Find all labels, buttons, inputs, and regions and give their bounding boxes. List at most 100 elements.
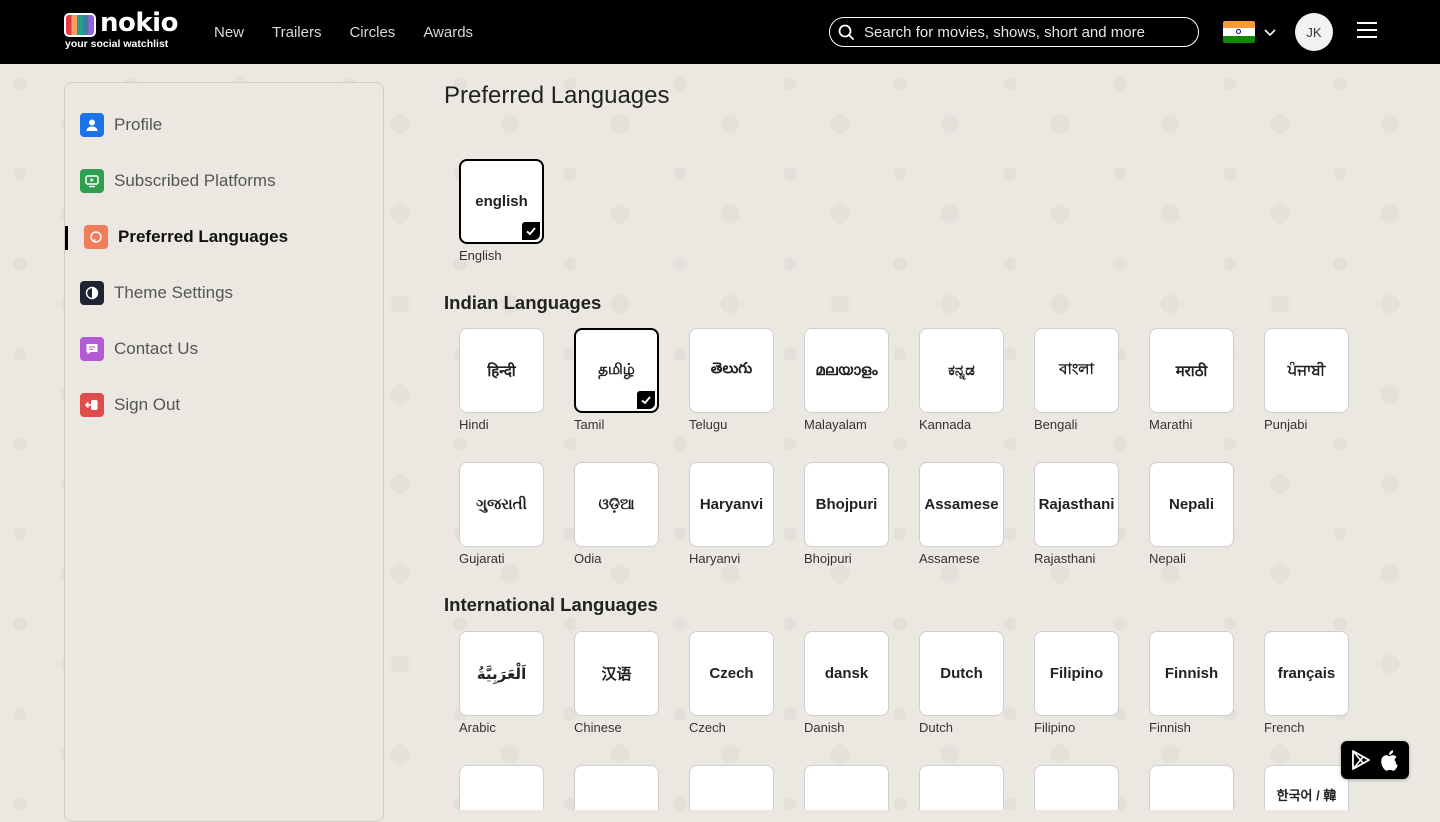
language-name-caption: Haryanvi [689, 551, 741, 566]
language-native-label: dansk [824, 665, 869, 682]
language-tile-finnish[interactable]: Finnish [1149, 631, 1234, 716]
language-name-caption: Chinese [574, 720, 622, 735]
logo[interactable]: nokio your social watchlist [64, 8, 179, 52]
language-tile-kannada[interactable]: ಕನ್ನಡ [919, 328, 1004, 413]
checkmark-icon [637, 391, 655, 409]
section-title-indian: Indian Languages [444, 292, 602, 313]
language-name-caption: Gujarati [459, 551, 505, 566]
language-tile-partial[interactable] [459, 765, 544, 810]
main-content: Preferred Languages english English India… [0, 0, 1440, 810]
apple-icon [1381, 750, 1398, 771]
language-native-label: ਪੰਜਾਬੀ [1287, 362, 1326, 379]
language-tile-partial[interactable] [804, 765, 889, 810]
nav-new[interactable]: New [214, 24, 244, 41]
language-native-label: Dutch [940, 665, 983, 682]
language-tile-gujarati[interactable]: ગુજરાતી [459, 462, 544, 547]
language-native-label: Bhojpuri [815, 496, 878, 513]
language-native-label: தமிழ் [598, 361, 635, 378]
language-name-caption: Arabic [459, 720, 496, 735]
search-icon [838, 24, 854, 40]
language-tile-partial[interactable] [574, 765, 659, 810]
language-native-label: français [1277, 665, 1336, 682]
language-native-label: 汉语 [601, 666, 632, 683]
language-native-label: Haryanvi [699, 496, 764, 513]
nav-circles[interactable]: Circles [349, 24, 395, 41]
language-tile-malayalam[interactable]: മലയാളം [804, 328, 889, 413]
language-native-label: বাংলা [1059, 361, 1094, 378]
logo-text: nokio [100, 8, 178, 38]
language-tile-assamese[interactable]: Assamese [919, 462, 1004, 547]
language-native-label: ଓଡ଼ିଆ [598, 496, 635, 513]
language-name-caption: Czech [689, 720, 726, 735]
language-tile-hindi[interactable]: हिन्दी [459, 328, 544, 413]
language-tile-odia[interactable]: ଓଡ଼ିଆ [574, 462, 659, 547]
language-name-caption: Bengali [1034, 417, 1078, 432]
app-store-badge[interactable] [1341, 741, 1409, 779]
language-name-caption: Punjabi [1264, 417, 1308, 432]
language-tile-bengali[interactable]: বাংলা [1034, 328, 1119, 413]
language-tile-partial[interactable] [919, 765, 1004, 810]
language-native-label: हिन्दी [487, 362, 516, 380]
nav-trailers[interactable]: Trailers [272, 24, 321, 41]
language-tile-haryanvi[interactable]: Haryanvi [689, 462, 774, 547]
language-tile-nepali[interactable]: Nepali [1149, 462, 1234, 547]
language-tile-partial[interactable] [1149, 765, 1234, 810]
avatar[interactable]: JK [1295, 13, 1333, 51]
language-native-label: 한국어 / 韓 [1276, 788, 1337, 803]
language-native-label: اَلْعَرَبِيَّةُ [476, 665, 527, 683]
language-native-label: Finnish [1164, 665, 1219, 682]
language-tile-telugu[interactable]: తెలుగు [689, 328, 774, 413]
language-native-label: Assamese [924, 496, 999, 513]
language-native-label: english [475, 193, 528, 210]
nav-awards[interactable]: Awards [423, 24, 473, 41]
logo-tagline: your social watchlist [65, 38, 169, 50]
language-tile-tamil[interactable]: தமிழ் [574, 328, 659, 413]
language-native-label: తెలుగు [710, 360, 753, 377]
search-input[interactable] [862, 22, 1186, 42]
language-native-label: Rajasthani [1038, 496, 1115, 513]
language-tile-partial[interactable] [1034, 765, 1119, 810]
language-tile-czech[interactable]: Czech [689, 631, 774, 716]
language-native-label: Czech [709, 665, 754, 682]
language-native-label: Filipino [1049, 665, 1104, 682]
chevron-down-icon[interactable] [1263, 24, 1277, 40]
main-nav: New Trailers Circles Awards [214, 0, 501, 64]
language-native-label: ગુજરાતી [476, 496, 527, 513]
language-name-caption: Hindi [459, 417, 489, 432]
logo-tv-icon [64, 13, 96, 37]
language-tile-chinese[interactable]: 汉语 [574, 631, 659, 716]
language-tile-marathi[interactable]: मराठी [1149, 328, 1234, 413]
section-title-international: International Languages [444, 594, 658, 615]
language-name-caption: Finnish [1149, 720, 1191, 735]
language-name-caption: French [1264, 720, 1305, 735]
language-native-label: മലയാളം [815, 362, 878, 379]
google-play-icon [1352, 750, 1370, 770]
language-name-caption: Nepali [1149, 551, 1186, 566]
language-tile-partial[interactable] [689, 765, 774, 810]
language-tile-dutch[interactable]: Dutch [919, 631, 1004, 716]
language-tile-english[interactable]: english [459, 159, 544, 244]
hamburger-menu-icon[interactable] [1357, 22, 1377, 42]
language-name-caption: Odia [574, 551, 602, 566]
page-title: Preferred Languages [444, 82, 670, 109]
india-flag-icon[interactable] [1223, 21, 1255, 43]
search-bar [829, 17, 1199, 47]
language-native-label: Nepali [1168, 496, 1214, 513]
language-tile-arabic[interactable]: اَلْعَرَبِيَّةُ [459, 631, 544, 716]
language-name-caption: Filipino [1034, 720, 1076, 735]
language-tile-french[interactable]: français [1264, 631, 1349, 716]
language-tile-bhojpuri[interactable]: Bhojpuri [804, 462, 889, 547]
language-tile-rajasthani[interactable]: Rajasthani [1034, 462, 1119, 547]
language-tile-partial[interactable]: 한국어 / 韓 [1264, 765, 1349, 810]
language-tile-punjabi[interactable]: ਪੰਜਾਬੀ [1264, 328, 1349, 413]
language-name-caption: English [459, 248, 502, 263]
language-name-caption: Rajasthani [1034, 551, 1096, 566]
language-name-caption: Tamil [574, 417, 605, 432]
language-tile-danish[interactable]: dansk [804, 631, 889, 716]
top-navigation-bar: nokio your social watchlist New Trailers… [0, 0, 1440, 64]
language-name-caption: Dutch [919, 720, 953, 735]
language-native-label: ಕನ್ನಡ [948, 362, 975, 379]
language-native-label: मराठी [1175, 362, 1208, 380]
language-name-caption: Assamese [919, 551, 980, 566]
language-tile-filipino[interactable]: Filipino [1034, 631, 1119, 716]
